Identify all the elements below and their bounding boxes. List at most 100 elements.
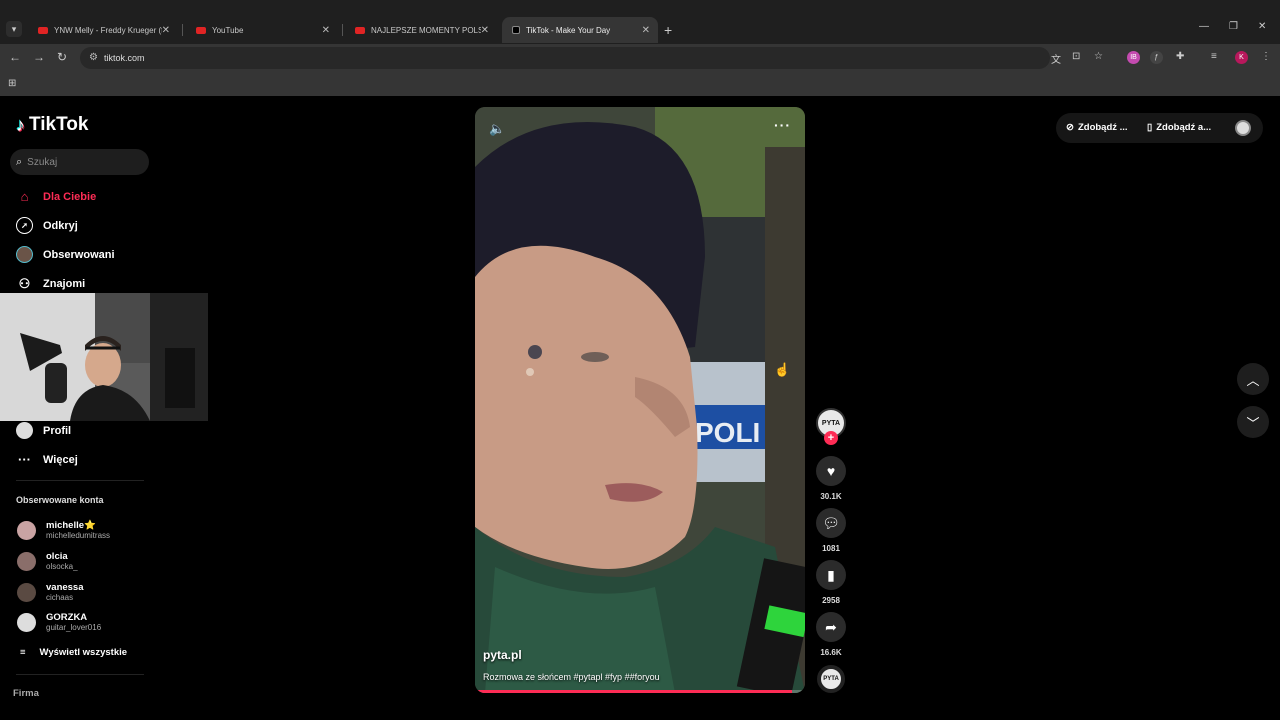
close-tab-icon[interactable]: ✕ bbox=[322, 25, 330, 36]
browser-menu-icon[interactable]: ⋮ bbox=[1261, 51, 1271, 62]
followed-accounts-title: Obserwowane konta bbox=[16, 495, 104, 505]
browser-toolbar: ← → ↻ ⚙ tiktok.com 文 ⊡ ☆ IB ƒ ✚ ≡ K ⋮ bbox=[0, 44, 1280, 72]
profile-avatar-icon bbox=[16, 422, 33, 439]
friends-icon: ⚇ bbox=[18, 275, 31, 291]
forward-icon[interactable]: → bbox=[33, 50, 45, 64]
video-progress-fill bbox=[475, 690, 792, 693]
close-tab-icon[interactable]: ✕ bbox=[481, 25, 489, 36]
browser-tab-youtube[interactable]: YouTube ✕ bbox=[186, 18, 338, 42]
share-arrow-icon: ➦ bbox=[825, 618, 837, 635]
comment-count: 1081 bbox=[822, 544, 840, 553]
bookmarks-bar: ⊞ bbox=[0, 72, 1280, 96]
close-tab-icon[interactable]: ✕ bbox=[642, 25, 650, 36]
account-handle: olsocka_ bbox=[46, 562, 78, 571]
webcam-overlay bbox=[0, 293, 208, 421]
browser-tab-tiktok[interactable]: TikTok - Make Your Day ✕ bbox=[502, 17, 658, 43]
followed-account[interactable]: vanessa cichaas bbox=[17, 582, 84, 603]
video-caption[interactable]: Rozmowa ze słońcem #pytapl #fyp ##foryou bbox=[483, 672, 660, 682]
search-icon: ⌕ bbox=[16, 155, 23, 168]
video-frame: POLI bbox=[475, 107, 805, 693]
like-count: 30.1K bbox=[820, 492, 842, 501]
close-window-icon[interactable]: ✕ bbox=[1258, 21, 1266, 32]
music-disc-icon[interactable]: PYTA bbox=[817, 665, 845, 693]
coin-icon: ⊘ bbox=[1066, 122, 1074, 133]
search-input[interactable]: ⌕ Szukaj bbox=[10, 149, 149, 175]
extension-f-icon[interactable]: ƒ bbox=[1150, 51, 1163, 64]
address-bar[interactable]: ⚙ tiktok.com bbox=[80, 47, 1050, 69]
divider bbox=[16, 480, 144, 481]
tab-title: TikTok - Make Your Day bbox=[526, 25, 611, 35]
translate-icon[interactable]: 文 bbox=[1051, 51, 1061, 66]
site-settings-icon[interactable]: ⚙ bbox=[89, 52, 98, 63]
new-tab-icon[interactable]: + bbox=[664, 22, 672, 38]
nav-odkryj[interactable]: ➚ Odkryj bbox=[16, 217, 78, 234]
tiktok-note-icon: ♪ bbox=[16, 114, 25, 135]
next-video-button[interactable]: ﹀ bbox=[1237, 406, 1269, 438]
following-avatar-icon bbox=[16, 246, 33, 263]
nav-profil[interactable]: Profil bbox=[16, 422, 71, 439]
bookmark-icon: ▮ bbox=[827, 566, 835, 583]
chevron-down-icon: ﹀ bbox=[1246, 415, 1260, 431]
tiktok-logo[interactable]: ♪ TikTok bbox=[16, 114, 88, 136]
previous-video-button[interactable]: ︿ bbox=[1237, 363, 1269, 395]
install-app-icon[interactable]: ⊡ bbox=[1072, 51, 1080, 62]
comment-icon: 💬︎ bbox=[822, 514, 840, 531]
browser-tab-ynw[interactable]: YNW Melly - Freddy Krueger (ft ✕ bbox=[28, 18, 178, 42]
avatar bbox=[17, 583, 36, 602]
footer-company-link[interactable]: Firma bbox=[13, 688, 39, 699]
like-button[interactable]: ♥ bbox=[816, 456, 846, 486]
comment-button[interactable]: 💬︎ bbox=[816, 508, 846, 538]
nav-obserwowani[interactable]: Obserwowani bbox=[16, 246, 115, 263]
youtube-icon bbox=[355, 26, 365, 34]
extensions-puzzle-icon[interactable]: ✚ bbox=[1176, 51, 1184, 62]
bookmark-star-icon[interactable]: ☆ bbox=[1094, 51, 1103, 62]
account-handle: guitar_lover016 bbox=[46, 623, 102, 632]
url-text: tiktok.com bbox=[104, 53, 145, 63]
video-player[interactable]: POLI 🔈 ··· pyta.pl Rozmowa ze słońcem #p… bbox=[475, 107, 805, 693]
tab-title: NAJLEPSZE MOMENTY POLSKIE bbox=[371, 25, 481, 35]
get-coins-label: Zdobądź ... bbox=[1077, 122, 1128, 133]
restore-icon[interactable]: ❐ bbox=[1229, 21, 1238, 32]
back-icon[interactable]: ← bbox=[9, 50, 21, 64]
save-count: 2958 bbox=[822, 596, 840, 605]
followed-account[interactable]: GORZKA guitar_lover016 bbox=[17, 612, 101, 633]
youtube-icon bbox=[38, 26, 48, 34]
media-control-icon[interactable]: ≡ bbox=[1211, 51, 1217, 62]
tab-divider bbox=[182, 24, 183, 36]
user-avatar[interactable] bbox=[1235, 120, 1251, 136]
nav-wiecej[interactable]: ··· Więcej bbox=[16, 451, 78, 468]
more-options-icon[interactable]: ··· bbox=[774, 117, 791, 133]
get-coins-button[interactable]: ⊘ Zdobądź ... bbox=[1066, 122, 1128, 133]
video-author[interactable]: pyta.pl bbox=[483, 648, 522, 662]
minimize-icon[interactable]: — bbox=[1199, 21, 1209, 32]
follow-plus-icon[interactable]: + bbox=[824, 431, 838, 445]
tab-search-chevron-icon[interactable]: ▾ bbox=[6, 21, 22, 37]
get-app-button[interactable]: ▯ Zdobądź a... bbox=[1147, 122, 1211, 133]
see-all-label: Wyświetl wszystkie bbox=[39, 647, 128, 658]
apps-grid-icon[interactable]: ⊞ bbox=[8, 78, 16, 89]
see-all-button[interactable]: ≡ Wyświetl wszystkie bbox=[20, 647, 127, 658]
video-progress-bar[interactable] bbox=[475, 690, 805, 693]
nav-znajomi[interactable]: ⚇ Znajomi bbox=[16, 275, 86, 292]
get-app-label: Zdobądź a... bbox=[1156, 122, 1212, 133]
profile-avatar[interactable]: K bbox=[1235, 51, 1248, 64]
followed-account[interactable]: olcia olsocka_ bbox=[17, 551, 78, 572]
reload-icon[interactable]: ↻ bbox=[57, 50, 67, 64]
tab-divider bbox=[342, 24, 343, 36]
tab-title: YouTube bbox=[212, 25, 244, 35]
mute-icon[interactable]: 🔈 bbox=[489, 121, 505, 137]
browser-tab-bar: ▾ YNW Melly - Freddy Krueger (ft ✕ YouTu… bbox=[0, 0, 1280, 44]
save-button[interactable]: ▮ bbox=[816, 560, 846, 590]
followed-account[interactable]: michelle⭐ michelledumitrass bbox=[17, 520, 110, 541]
avatar bbox=[17, 613, 36, 632]
browser-tab-najlepsze[interactable]: NAJLEPSZE MOMENTY POLSKIE ✕ bbox=[345, 18, 497, 42]
extension-icon[interactable]: IB bbox=[1127, 51, 1140, 64]
tiktok-icon bbox=[512, 26, 520, 34]
brand-name: TikTok bbox=[29, 114, 89, 135]
close-tab-icon[interactable]: ✕ bbox=[162, 25, 170, 36]
tab-title: YNW Melly - Freddy Krueger (ft bbox=[54, 25, 162, 35]
nav-dla-ciebie[interactable]: ⌂ Dla Ciebie bbox=[16, 188, 97, 205]
mouse-cursor-icon: ☝ bbox=[774, 362, 791, 377]
share-button[interactable]: ➦ bbox=[816, 612, 846, 642]
account-name: michelle⭐ bbox=[46, 520, 96, 531]
